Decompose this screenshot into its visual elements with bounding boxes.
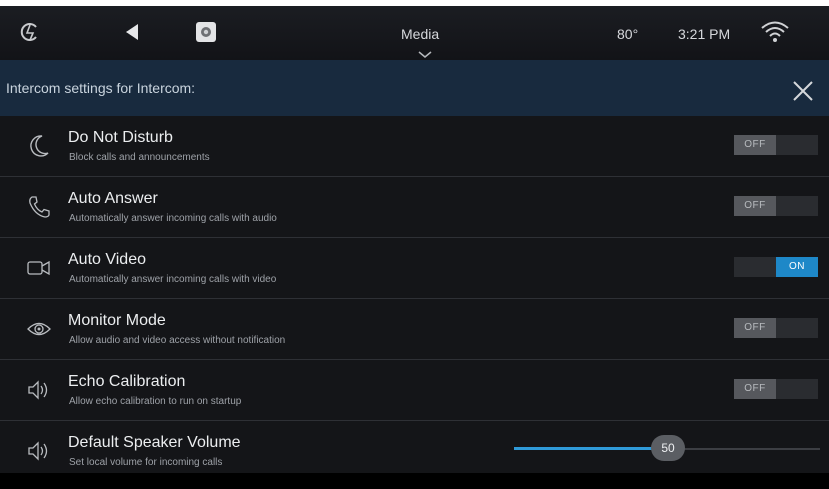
toggle-state-label: ON — [776, 257, 818, 277]
close-icon — [793, 81, 813, 101]
media-label[interactable]: Media — [401, 26, 439, 42]
phone-icon — [27, 195, 51, 219]
monitor-mode-toggle[interactable]: OFF — [734, 318, 818, 338]
setting-row-monitor-mode: Monitor Mode Allow audio and video acces… — [0, 299, 829, 360]
setting-title: Monitor Mode — [68, 312, 166, 329]
setting-subtitle: Block calls and announcements — [69, 152, 210, 163]
back-triangle-icon[interactable] — [123, 22, 141, 47]
speaker-volume-slider[interactable]: 50 — [514, 435, 820, 461]
setting-subtitle: Allow echo calibration to run on startup — [69, 396, 242, 407]
setting-row-echo-calibration: Echo Calibration Allow echo calibration … — [0, 360, 829, 421]
slider-fill — [514, 447, 667, 450]
setting-subtitle: Set local volume for incoming calls — [69, 457, 223, 468]
clock: 3:21 PM — [678, 26, 731, 42]
setting-title: Do Not Disturb — [68, 129, 173, 146]
auto-video-toggle[interactable]: ON — [734, 257, 818, 277]
temperature: 80° — [617, 26, 639, 42]
setting-title: Default Speaker Volume — [68, 434, 241, 451]
moon-icon — [27, 134, 51, 158]
settings-list: Do Not Disturb Block calls and announcem… — [0, 116, 829, 473]
setting-title: Auto Video — [68, 251, 146, 268]
close-button[interactable] — [790, 78, 816, 104]
speaker-icon — [27, 378, 51, 402]
setting-row-do-not-disturb: Do Not Disturb Block calls and announcem… — [0, 116, 829, 177]
slider-thumb[interactable]: 50 — [651, 435, 685, 461]
camera-app-icon[interactable] — [195, 21, 217, 48]
setting-title: Auto Answer — [68, 190, 158, 207]
wifi-icon — [760, 19, 790, 48]
toggle-state-label: OFF — [734, 135, 776, 155]
setting-subtitle: Automatically answer incoming calls with… — [69, 213, 277, 224]
setting-subtitle: Automatically answer incoming calls with… — [69, 274, 277, 285]
app-logo-icon[interactable] — [19, 21, 41, 48]
toggle-state-label: OFF — [734, 318, 776, 338]
intercom-settings-screen: Media 80° 3:21 PM Intercom settings for … — [0, 6, 829, 489]
setting-row-default-speaker-volume: Default Speaker Volume Set local volume … — [0, 421, 829, 473]
status-bar: Media 80° 3:21 PM — [0, 6, 829, 60]
setting-row-auto-video: Auto Video Automatically answer incoming… — [0, 238, 829, 299]
auto-answer-toggle[interactable]: OFF — [734, 196, 818, 216]
page-title: Intercom settings for Intercom: — [6, 80, 196, 96]
setting-title: Echo Calibration — [68, 373, 186, 390]
setting-row-auto-answer: Auto Answer Automatically answer incomin… — [0, 177, 829, 238]
speaker-icon — [27, 439, 51, 463]
echo-calibration-toggle[interactable]: OFF — [734, 379, 818, 399]
video-camera-icon — [27, 256, 51, 280]
setting-subtitle: Allow audio and video access without not… — [69, 335, 286, 346]
do-not-disturb-toggle[interactable]: OFF — [734, 135, 818, 155]
settings-header: Intercom settings for Intercom: — [0, 60, 829, 116]
eye-icon — [27, 317, 51, 341]
toggle-state-label: OFF — [734, 379, 776, 399]
toggle-state-label: OFF — [734, 196, 776, 216]
